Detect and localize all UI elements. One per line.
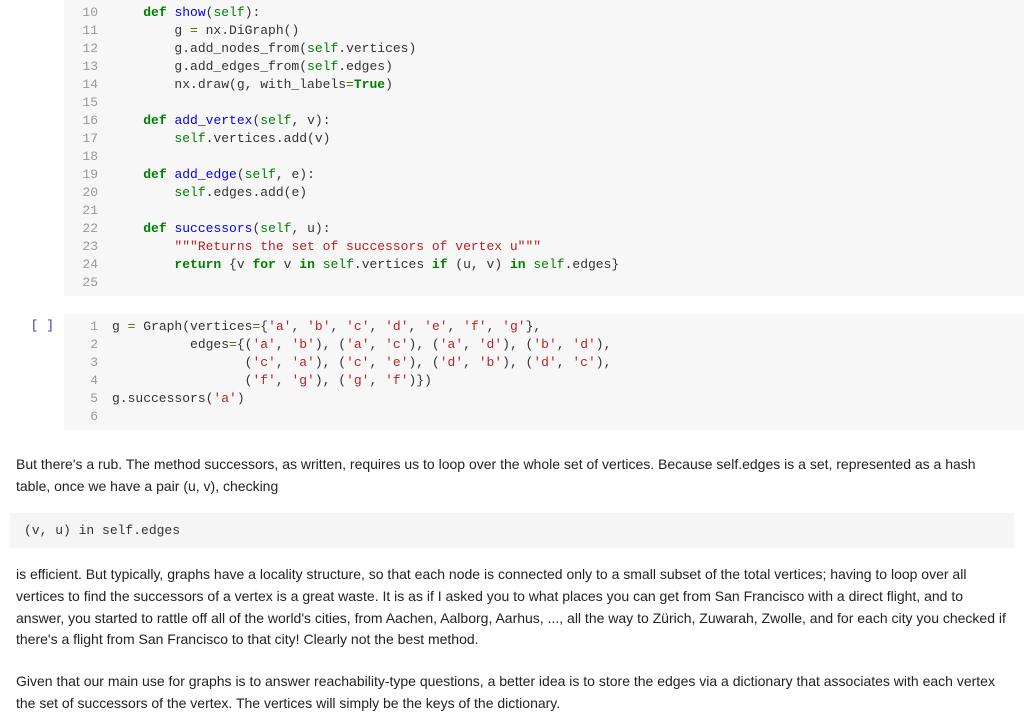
- code-body[interactable]: def show(self): g = nx.DiGraph() g.add_n…: [104, 0, 1024, 296]
- markdown-paragraph-2: is efficient. But typically, graphs have…: [0, 554, 1024, 661]
- markdown-paragraph-1: But there's a rub. The method successors…: [0, 444, 1024, 507]
- input-prompt: [ ]: [0, 314, 54, 333]
- code-cell-2: [ ] 1 2 3 4 5 6 g = Graph(vertices={'a',…: [0, 314, 1024, 430]
- inline-code-block: (v, u) in self.edges: [10, 513, 1014, 548]
- markdown-paragraph-3: Given that our main use for graphs is to…: [0, 661, 1024, 724]
- input-prompt-blank: [0, 0, 54, 4]
- line-gutter: 1 2 3 4 5 6: [64, 314, 104, 430]
- code-cell-1: 10 11 12 13 14 15 16 17 18 19 20 21 22 2…: [0, 0, 1024, 296]
- code-body[interactable]: g = Graph(vertices={'a', 'b', 'c', 'd', …: [104, 314, 1024, 430]
- line-gutter: 10 11 12 13 14 15 16 17 18 19 20 21 22 2…: [64, 0, 104, 296]
